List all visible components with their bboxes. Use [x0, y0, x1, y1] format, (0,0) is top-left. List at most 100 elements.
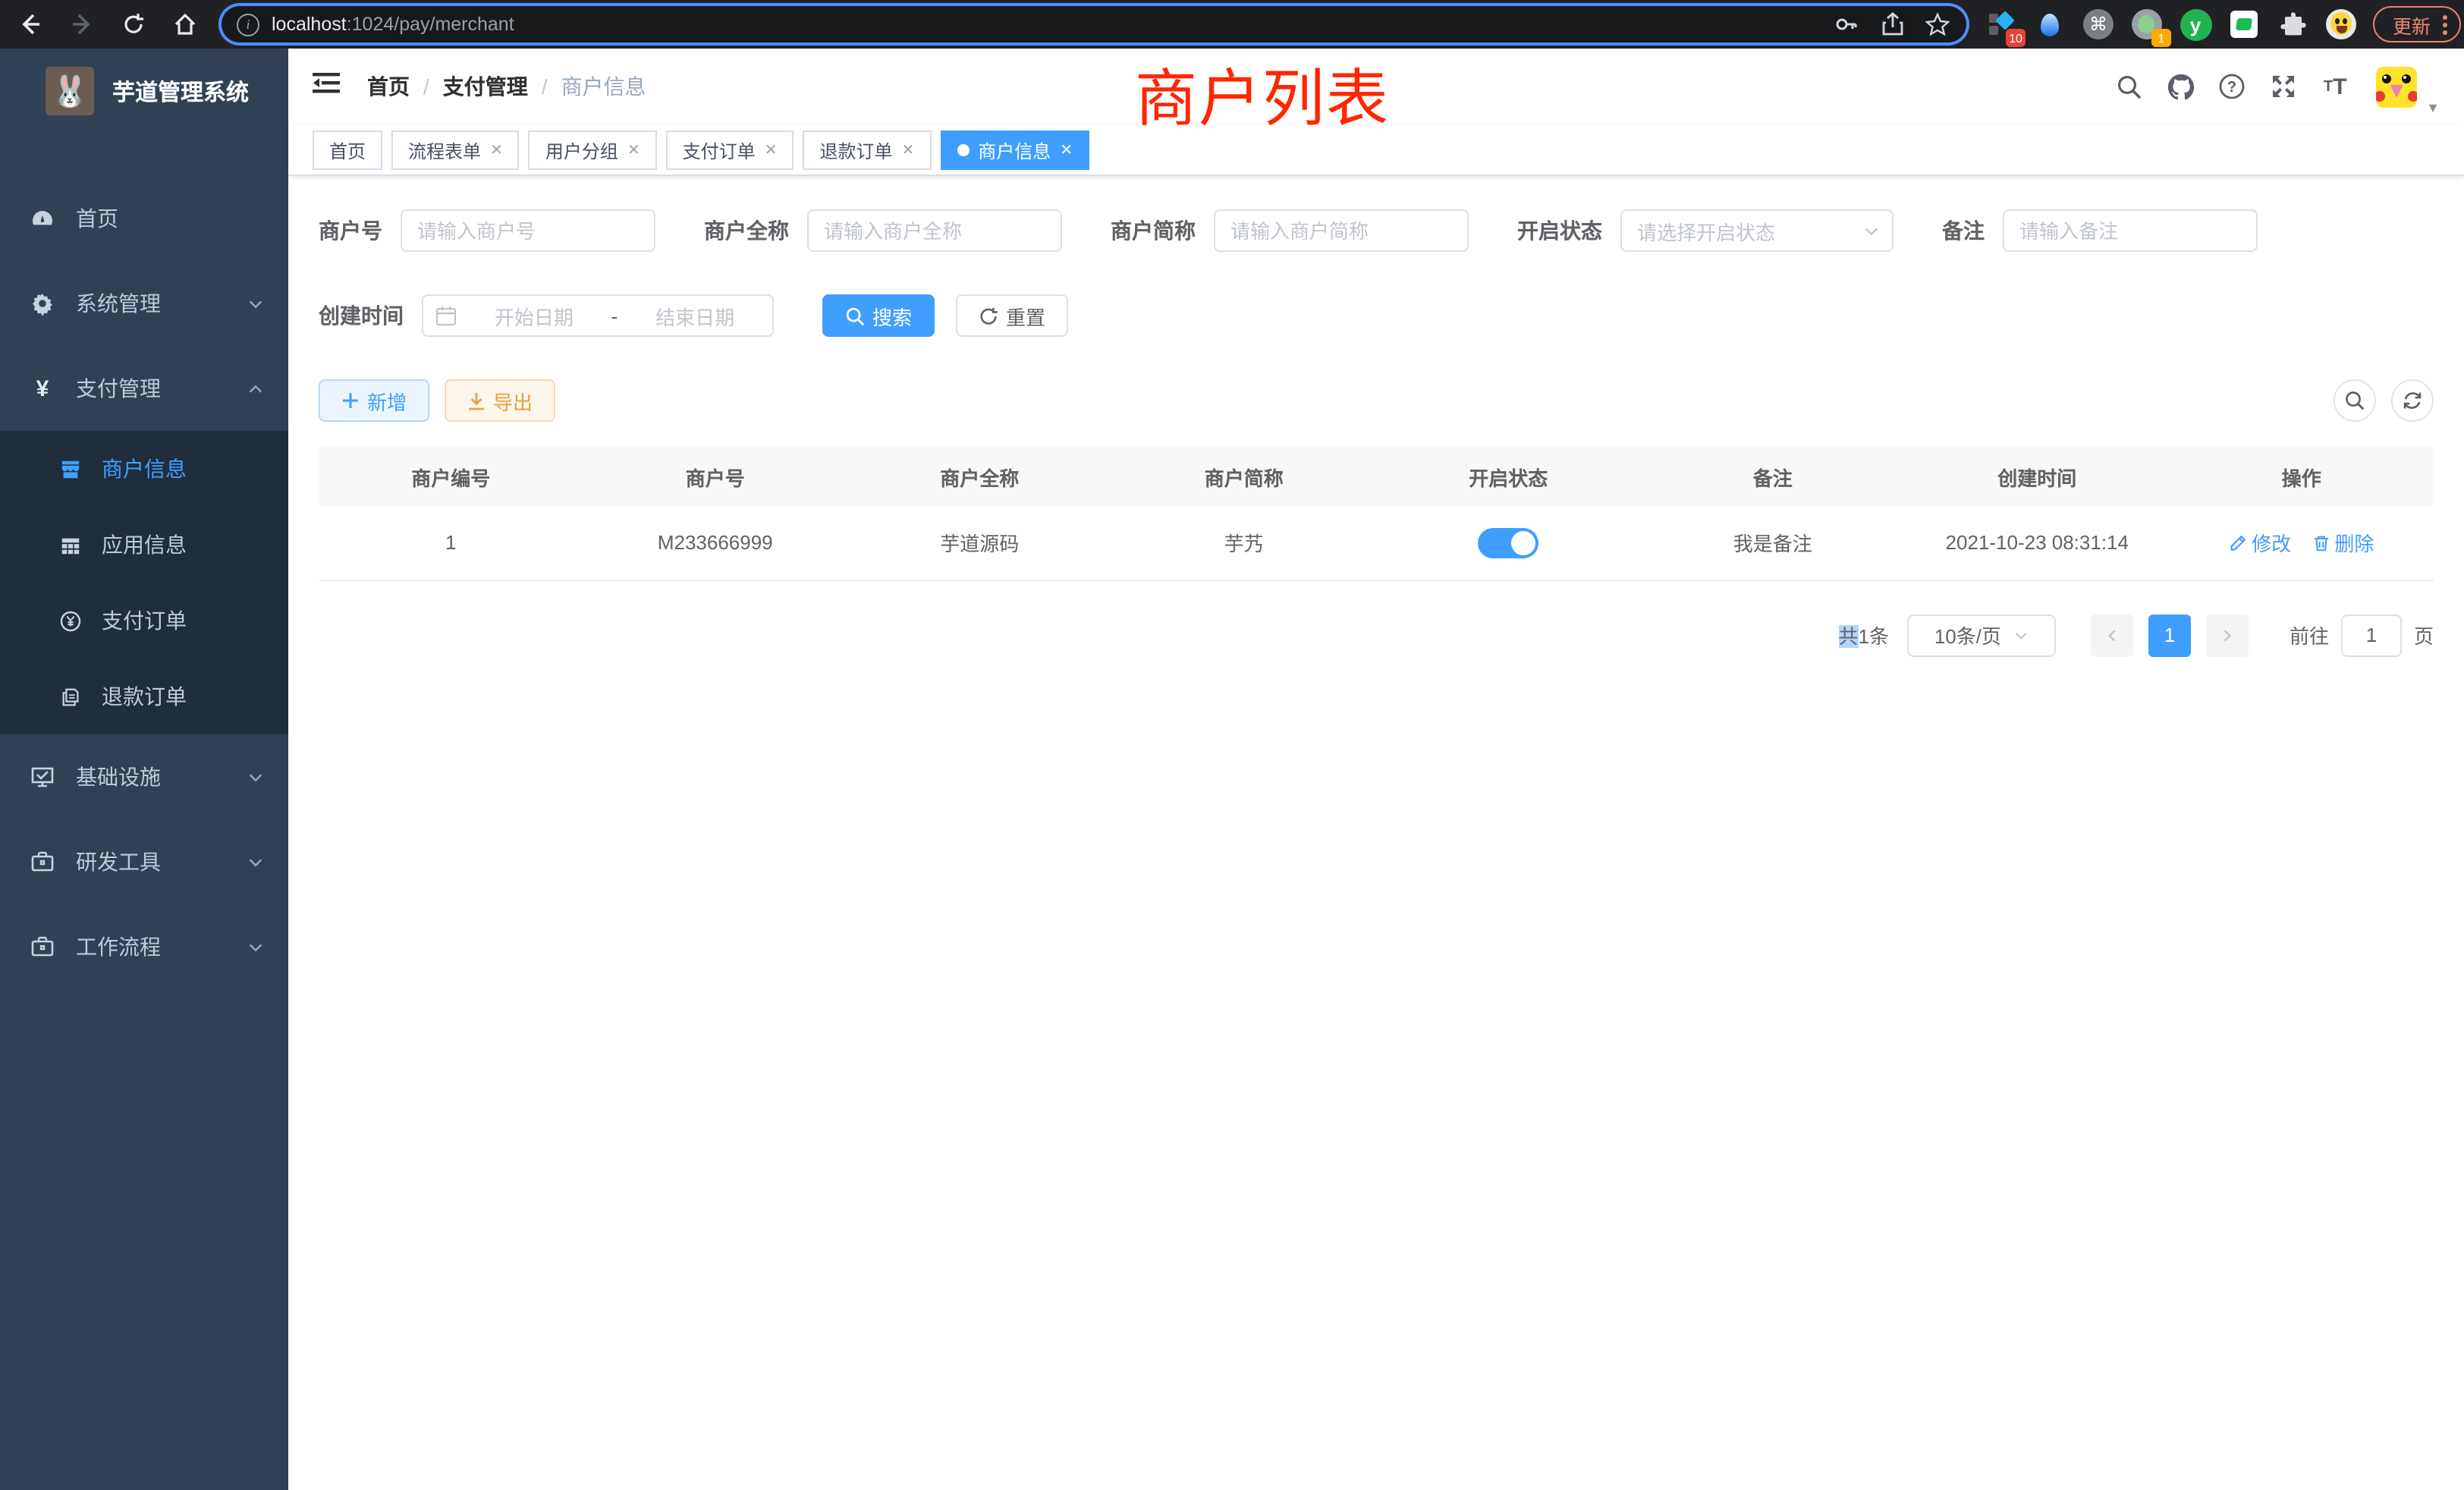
browser-reload-icon[interactable] — [118, 9, 149, 39]
cell-remark: 我是备注 — [1641, 507, 1906, 580]
goto-page-input[interactable] — [2341, 614, 2402, 656]
delete-button[interactable]: 删除 — [2312, 529, 2374, 558]
tab-merchant-info[interactable]: 商户信息✕ — [940, 130, 1089, 170]
sidebar-item-label: 系统管理 — [76, 288, 247, 319]
bookmark-star-icon[interactable] — [1924, 11, 1951, 38]
prev-page-button[interactable] — [2091, 614, 2133, 656]
extension-balloon-icon[interactable] — [2033, 8, 2066, 41]
sidebar-item-dev-tools[interactable]: 研发工具 — [0, 819, 288, 904]
sidebar-item-pay[interactable]: ¥ 支付管理 — [0, 346, 288, 431]
merchant-no-input[interactable] — [401, 209, 655, 252]
briefcase-icon — [30, 850, 55, 874]
merchant-short-name-input[interactable] — [1214, 209, 1469, 252]
calendar-icon — [435, 305, 457, 326]
extension-squares-diamond-icon[interactable]: 10 — [1985, 8, 2018, 41]
app-logo: 🐰 — [46, 67, 94, 115]
user-avatar[interactable] — [2376, 66, 2417, 107]
tab-home[interactable]: 首页 — [313, 130, 382, 170]
tab-process-form[interactable]: 流程表单✕ — [391, 130, 520, 170]
sidebar-item-home[interactable]: 首页 — [0, 176, 288, 261]
chevron-down-icon — [247, 938, 264, 955]
breadcrumb-pay[interactable]: 支付管理 — [443, 71, 528, 102]
sidebar-item-system[interactable]: 系统管理 — [0, 261, 288, 346]
header-search-icon[interactable] — [2109, 67, 2148, 106]
extension-green-y-icon[interactable]: y — [2179, 8, 2212, 41]
briefcase-icon — [30, 935, 55, 959]
close-icon[interactable]: ✕ — [1060, 142, 1073, 159]
reset-button[interactable]: 重置 — [956, 294, 1068, 337]
col-create-time: 创建时间 — [1905, 446, 2170, 507]
close-icon[interactable]: ✕ — [490, 142, 503, 159]
sidebar-item-app-info[interactable]: 应用信息 — [0, 507, 288, 583]
fullscreen-icon[interactable] — [2264, 67, 2303, 106]
sidebar: 🐰 芋道管理系统 首页 系统管理 ¥ — [0, 49, 288, 1490]
sidebar-item-label: 工作流程 — [76, 932, 247, 962]
avatar-caret-icon[interactable]: ▼ — [2426, 100, 2440, 115]
sidebar-item-pay-order[interactable]: 支付订单 — [0, 583, 288, 659]
extensions-puzzle-icon[interactable] — [2276, 8, 2309, 41]
breadcrumb-current: 商户信息 — [561, 71, 646, 102]
extension-badge: 10 — [2006, 29, 2026, 47]
add-button[interactable]: 新增 — [319, 379, 429, 422]
edit-button[interactable]: 修改 — [2229, 529, 2291, 558]
breadcrumb-home[interactable]: 首页 — [367, 71, 410, 102]
refresh-table-icon[interactable] — [2391, 379, 2434, 422]
remark-input[interactable] — [2003, 209, 2258, 252]
page-info-icon[interactable]: i — [237, 13, 259, 36]
extension-chat-icon[interactable] — [2227, 8, 2261, 41]
next-page-button[interactable] — [2206, 614, 2249, 656]
tab-user-group[interactable]: 用户分组✕ — [529, 130, 657, 170]
close-icon[interactable]: ✕ — [765, 142, 778, 159]
help-icon[interactable]: ? — [2212, 67, 2252, 106]
status-toggle[interactable] — [1478, 528, 1538, 558]
status-select[interactable]: 请选择开启状态 — [1620, 209, 1894, 252]
store-icon — [59, 457, 82, 480]
page-size-select[interactable]: 10条/页 — [1907, 614, 2056, 656]
tab-refund-order[interactable]: 退款订单✕ — [803, 130, 931, 170]
close-icon[interactable]: ✕ — [902, 142, 915, 159]
tab-pay-order[interactable]: 支付订单✕ — [666, 130, 794, 170]
font-size-icon[interactable]: TT — [2315, 67, 2355, 106]
filter-row-1: 商户号 商户全称 商户简称 开启状态 请选择开启状态 — [319, 209, 2434, 252]
extension-command-icon[interactable]: ⌘ — [2082, 8, 2115, 41]
browser-back-icon[interactable] — [15, 9, 46, 39]
merchant-full-name-input[interactable] — [807, 209, 1062, 252]
address-bar[interactable]: i localhost:1024/pay/merchant — [222, 6, 1966, 42]
extension-blob-icon[interactable]: 1 — [2130, 8, 2164, 41]
sidebar-item-infra[interactable]: 基础设施 — [0, 734, 288, 819]
browser-menu-icon[interactable] — [2443, 14, 2447, 34]
pagination: 共1条 10条/页 1 前往 页 — [319, 614, 2434, 656]
search-button[interactable]: 搜索 — [822, 294, 935, 337]
col-status: 开启状态 — [1376, 446, 1641, 507]
active-dot — [957, 144, 969, 156]
browser-update-button[interactable]: 更新 — [2373, 6, 2461, 42]
github-icon[interactable] — [2161, 67, 2200, 106]
sidebar-item-refund-order[interactable]: 退款订单 — [0, 659, 288, 734]
update-label: 更新 — [2393, 10, 2431, 39]
share-icon[interactable] — [1878, 11, 1906, 38]
url-host: localhost — [272, 14, 347, 35]
sidebar-item-label: 应用信息 — [102, 530, 187, 560]
sidebar-item-label: 商户信息 — [102, 454, 187, 484]
sidebar-item-label: 首页 — [76, 203, 264, 234]
browser-forward-icon[interactable] — [67, 9, 97, 39]
sidebar-item-merchant-info[interactable]: 商户信息 — [0, 431, 288, 507]
col-short-name: 商户简称 — [1112, 446, 1377, 507]
browser-profile-avatar[interactable] — [2324, 8, 2358, 41]
export-button[interactable]: 导出 — [445, 379, 555, 422]
cell-create-time: 2021-10-23 08:31:14 — [1905, 507, 2170, 580]
browser-home-icon[interactable] — [170, 9, 200, 39]
sidebar-item-workflow[interactable]: 工作流程 — [0, 904, 288, 989]
close-icon[interactable]: ✕ — [627, 142, 640, 159]
toggle-search-icon[interactable] — [2334, 379, 2376, 422]
password-key-icon[interactable] — [1833, 11, 1860, 38]
breadcrumb: 首页 / 支付管理 / 商户信息 — [367, 71, 646, 102]
sidebar-fold-icon[interactable] — [313, 71, 343, 102]
filter-label: 开启状态 — [1517, 215, 1602, 246]
app-header: 首页 / 支付管理 / 商户信息 ? — [288, 49, 2464, 124]
dashboard-icon — [30, 206, 55, 231]
cell-short-name: 芋艿 — [1112, 507, 1377, 580]
create-time-range-picker[interactable]: 开始日期 - 结束日期 — [422, 294, 774, 337]
app-logo-row[interactable]: 🐰 芋道管理系统 — [0, 49, 288, 134]
page-number-button[interactable]: 1 — [2148, 614, 2191, 656]
